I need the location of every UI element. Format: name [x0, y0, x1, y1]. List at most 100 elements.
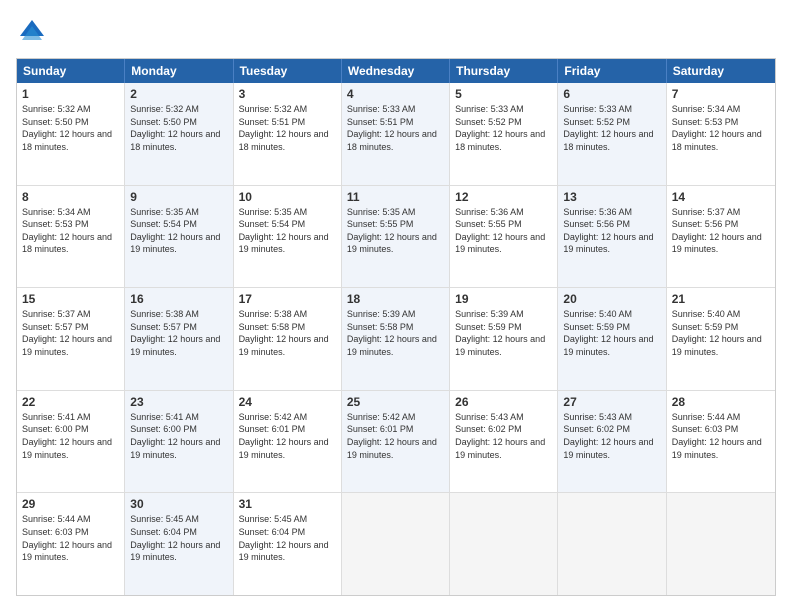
day-number: 10 — [239, 190, 336, 204]
day-number: 15 — [22, 292, 119, 306]
header-day-thursday: Thursday — [450, 59, 558, 83]
cell-info: Sunrise: 5:34 AMSunset: 5:53 PMDaylight:… — [672, 104, 762, 152]
calendar-row-2: 8 Sunrise: 5:34 AMSunset: 5:53 PMDaylight… — [17, 185, 775, 288]
calendar-body: 1Sunrise: 5:32 AMSunset: 5:50 PMDaylight… — [17, 83, 775, 595]
cell-info: Sunrise: 5:36 AMSunset: 5:56 PMDaylight:… — [563, 207, 653, 255]
cell-info: Sunrise: 5:39 AMSunset: 5:58 PMDaylight:… — [347, 309, 437, 357]
cell-info: Sunrise: 5:42 AMSunset: 6:01 PMDaylight:… — [347, 412, 437, 460]
logo-icon — [16, 16, 48, 48]
calendar-cell: 13 Sunrise: 5:36 AMSunset: 5:56 PMDayligh… — [558, 186, 666, 288]
day-number: 7 — [672, 87, 770, 101]
header-day-friday: Friday — [558, 59, 666, 83]
day-number: 13 — [563, 190, 660, 204]
calendar-cell: 28 Sunrise: 5:44 AMSunset: 6:03 PMDayligh… — [667, 391, 775, 493]
calendar-row-3: 15 Sunrise: 5:37 AMSunset: 5:57 PMDayligh… — [17, 287, 775, 390]
day-number: 8 — [22, 190, 119, 204]
calendar-cell: 26 Sunrise: 5:43 AMSunset: 6:02 PMDayligh… — [450, 391, 558, 493]
cell-info: Sunrise: 5:45 AMSunset: 6:04 PMDaylight:… — [239, 514, 329, 562]
calendar-cell: 8 Sunrise: 5:34 AMSunset: 5:53 PMDaylight… — [17, 186, 125, 288]
day-number: 24 — [239, 395, 336, 409]
day-number: 22 — [22, 395, 119, 409]
calendar-cell: 10 Sunrise: 5:35 AMSunset: 5:54 PMDayligh… — [234, 186, 342, 288]
calendar-cell: 23Sunrise: 5:41 AMSunset: 6:00 PMDayligh… — [125, 391, 233, 493]
day-number: 18 — [347, 292, 444, 306]
calendar-cell: 9 Sunrise: 5:35 AMSunset: 5:54 PMDaylight… — [125, 186, 233, 288]
day-number: 3 — [239, 87, 336, 101]
calendar-cell: 30Sunrise: 5:45 AMSunset: 6:04 PMDayligh… — [125, 493, 233, 595]
cell-info: Sunrise: 5:43 AMSunset: 6:02 PMDaylight:… — [563, 412, 653, 460]
header-day-wednesday: Wednesday — [342, 59, 450, 83]
day-number: 6 — [563, 87, 660, 101]
cell-info: Sunrise: 5:32 AMSunset: 5:51 PMDaylight:… — [239, 104, 329, 152]
day-number: 26 — [455, 395, 552, 409]
cell-info: Sunrise: 5:40 AMSunset: 5:59 PMDaylight:… — [563, 309, 653, 357]
calendar-cell: 19 Sunrise: 5:39 AMSunset: 5:59 PMDayligh… — [450, 288, 558, 390]
cell-info: Sunrise: 5:36 AMSunset: 5:55 PMDaylight:… — [455, 207, 545, 255]
cell-info: Sunrise: 5:33 AMSunset: 5:52 PMDaylight:… — [563, 104, 653, 152]
calendar-cell: 12 Sunrise: 5:36 AMSunset: 5:55 PMDayligh… — [450, 186, 558, 288]
cell-info: Sunrise: 5:44 AMSunset: 6:03 PMDaylight:… — [22, 514, 112, 562]
calendar-cell: 24 Sunrise: 5:42 AMSunset: 6:01 PMDayligh… — [234, 391, 342, 493]
cell-info: Sunrise: 5:44 AMSunset: 6:03 PMDaylight:… — [672, 412, 762, 460]
day-number: 31 — [239, 497, 336, 511]
calendar-cell — [667, 493, 775, 595]
cell-info: Sunrise: 5:38 AMSunset: 5:57 PMDaylight:… — [130, 309, 220, 357]
cell-info: Sunrise: 5:34 AMSunset: 5:53 PMDaylight:… — [22, 207, 112, 255]
cell-info: Sunrise: 5:37 AMSunset: 5:57 PMDaylight:… — [22, 309, 112, 357]
calendar-cell: 15 Sunrise: 5:37 AMSunset: 5:57 PMDayligh… — [17, 288, 125, 390]
cell-info: Sunrise: 5:35 AMSunset: 5:54 PMDaylight:… — [130, 207, 220, 255]
cell-info: Sunrise: 5:42 AMSunset: 6:01 PMDaylight:… — [239, 412, 329, 460]
calendar-row-5: 29Sunrise: 5:44 AMSunset: 6:03 PMDayligh… — [17, 492, 775, 595]
day-number: 27 — [563, 395, 660, 409]
calendar-cell: 5Sunrise: 5:33 AMSunset: 5:52 PMDaylight… — [450, 83, 558, 185]
header-day-tuesday: Tuesday — [234, 59, 342, 83]
cell-info: Sunrise: 5:43 AMSunset: 6:02 PMDaylight:… — [455, 412, 545, 460]
cell-info: Sunrise: 5:40 AMSunset: 5:59 PMDaylight:… — [672, 309, 762, 357]
logo — [16, 16, 52, 48]
cell-info: Sunrise: 5:33 AMSunset: 5:52 PMDaylight:… — [455, 104, 545, 152]
header-day-monday: Monday — [125, 59, 233, 83]
cell-info: Sunrise: 5:35 AMSunset: 5:54 PMDaylight:… — [239, 207, 329, 255]
calendar-cell: 31 Sunrise: 5:45 AMSunset: 6:04 PMDayligh… — [234, 493, 342, 595]
calendar-cell: 4Sunrise: 5:33 AMSunset: 5:51 PMDaylight… — [342, 83, 450, 185]
day-number: 12 — [455, 190, 552, 204]
calendar-cell: 21 Sunrise: 5:40 AMSunset: 5:59 PMDayligh… — [667, 288, 775, 390]
day-number: 28 — [672, 395, 770, 409]
calendar-cell: 1Sunrise: 5:32 AMSunset: 5:50 PMDaylight… — [17, 83, 125, 185]
calendar-cell: 22 Sunrise: 5:41 AMSunset: 6:00 PMDayligh… — [17, 391, 125, 493]
cell-info: Sunrise: 5:35 AMSunset: 5:55 PMDaylight:… — [347, 207, 437, 255]
day-number: 14 — [672, 190, 770, 204]
day-number: 1 — [22, 87, 119, 101]
calendar-cell — [342, 493, 450, 595]
cell-info: Sunrise: 5:41 AMSunset: 6:00 PMDaylight:… — [22, 412, 112, 460]
day-number: 11 — [347, 190, 444, 204]
day-number: 2 — [130, 87, 227, 101]
calendar-header: SundayMondayTuesdayWednesdayThursdayFrid… — [17, 59, 775, 83]
calendar-cell: 3 Sunrise: 5:32 AMSunset: 5:51 PMDaylight… — [234, 83, 342, 185]
day-number: 9 — [130, 190, 227, 204]
calendar-row-1: 1Sunrise: 5:32 AMSunset: 5:50 PMDaylight… — [17, 83, 775, 185]
calendar-cell: 25Sunrise: 5:42 AMSunset: 6:01 PMDayligh… — [342, 391, 450, 493]
day-number: 4 — [347, 87, 444, 101]
page: SundayMondayTuesdayWednesdayThursdayFrid… — [0, 0, 792, 612]
day-number: 19 — [455, 292, 552, 306]
cell-info: Sunrise: 5:39 AMSunset: 5:59 PMDaylight:… — [455, 309, 545, 357]
header-day-sunday: Sunday — [17, 59, 125, 83]
calendar-cell: 17Sunrise: 5:38 AMSunset: 5:58 PMDayligh… — [234, 288, 342, 390]
day-number: 21 — [672, 292, 770, 306]
calendar-row-4: 22 Sunrise: 5:41 AMSunset: 6:00 PMDayligh… — [17, 390, 775, 493]
calendar-cell: 16 Sunrise: 5:38 AMSunset: 5:57 PMDayligh… — [125, 288, 233, 390]
calendar-cell: 2Sunrise: 5:32 AMSunset: 5:50 PMDaylight… — [125, 83, 233, 185]
calendar-cell — [558, 493, 666, 595]
day-number: 30 — [130, 497, 227, 511]
day-number: 20 — [563, 292, 660, 306]
calendar-cell: 29Sunrise: 5:44 AMSunset: 6:03 PMDayligh… — [17, 493, 125, 595]
calendar-cell: 27 Sunrise: 5:43 AMSunset: 6:02 PMDayligh… — [558, 391, 666, 493]
calendar-cell: 18 Sunrise: 5:39 AMSunset: 5:58 PMDayligh… — [342, 288, 450, 390]
day-number: 16 — [130, 292, 227, 306]
cell-info: Sunrise: 5:41 AMSunset: 6:00 PMDaylight:… — [130, 412, 220, 460]
calendar-cell: 7 Sunrise: 5:34 AMSunset: 5:53 PMDaylight… — [667, 83, 775, 185]
calendar-cell: 11 Sunrise: 5:35 AMSunset: 5:55 PMDayligh… — [342, 186, 450, 288]
cell-info: Sunrise: 5:37 AMSunset: 5:56 PMDaylight:… — [672, 207, 762, 255]
calendar-cell — [450, 493, 558, 595]
